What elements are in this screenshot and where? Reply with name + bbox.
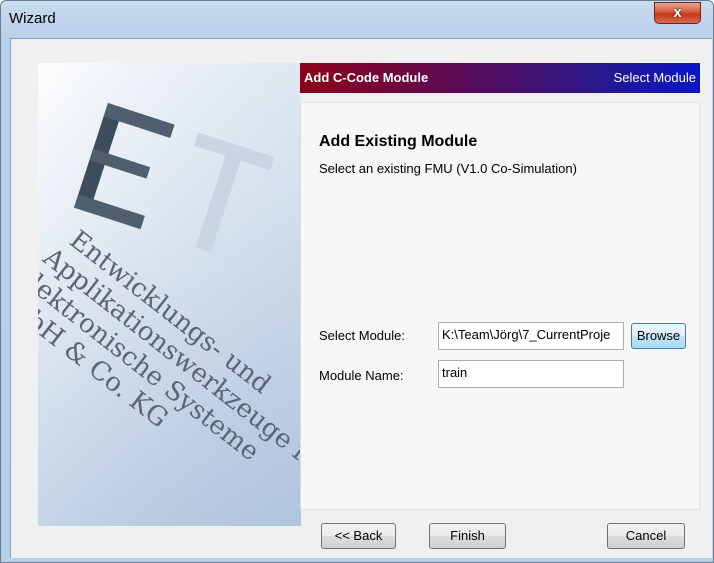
page-subtitle: Select an existing FMU (V1.0 Co-Simulati…	[319, 161, 577, 176]
close-icon: x	[673, 4, 682, 21]
header-step-name: Select Module	[613, 70, 696, 85]
header-title: Add C-Code Module	[304, 70, 429, 85]
select-module-label: Select Module:	[319, 328, 405, 343]
window-title: Wizard	[9, 10, 56, 27]
module-name-field[interactable]: train	[438, 360, 624, 388]
module-name-label: Module Name:	[319, 368, 404, 383]
browse-button[interactable]: Browse	[631, 323, 686, 349]
back-button[interactable]: << Back	[321, 523, 396, 549]
close-button[interactable]: x	[654, 2, 701, 24]
cancel-button[interactable]: Cancel	[607, 523, 685, 549]
finish-button[interactable]: Finish	[429, 523, 506, 549]
title-bar[interactable]: Wizard x	[1, 1, 713, 37]
wizard-header-bar: Add C-Code Module Select Module	[300, 63, 700, 93]
wizard-window: Wizard x Entwicklungs- und Applikationsw…	[0, 0, 714, 563]
wizard-client-area: Entwicklungs- und Applikationswerkzeuge …	[10, 38, 712, 558]
page-title: Add Existing Module	[319, 133, 478, 150]
select-module-field[interactable]: K:\Team\Jörg\7_CurrentProje	[438, 322, 624, 350]
etas-banner-image: Entwicklungs- und Applikationswerkzeuge …	[38, 63, 301, 526]
content-panel: Add Existing Module Select an existing F…	[300, 102, 700, 510]
etas-logo-graphic: Entwicklungs- und Applikationswerkzeuge …	[38, 63, 301, 526]
